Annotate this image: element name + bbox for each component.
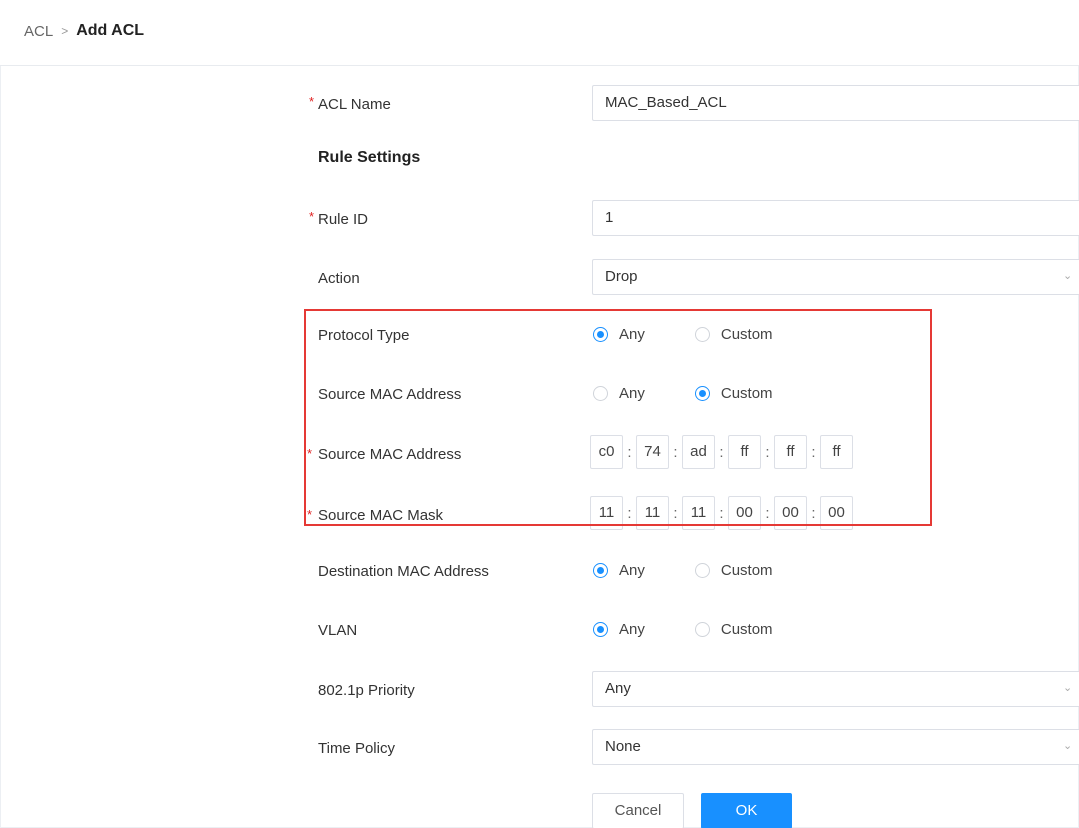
protocol-type-radio-group: Any Custom (593, 326, 773, 343)
required-asterisk: * (309, 209, 315, 224)
action-row: Action Drop ⌄ (0, 259, 1079, 299)
page-header: ACL > Add ACL (0, 0, 1079, 66)
mac-separator: : (765, 504, 770, 522)
chevron-down-icon: ⌄ (1063, 740, 1073, 752)
destination-mac-label: Destination MAC Address (318, 563, 489, 580)
destination-mac-any-radio[interactable]: Any (593, 562, 645, 579)
rule-id-label: Rule ID (318, 211, 369, 228)
source-mac-any-label: Any (619, 385, 645, 402)
radio-checked-icon (593, 563, 608, 578)
required-asterisk: * (309, 94, 315, 109)
source-mac-custom-radio[interactable]: Custom (694, 385, 773, 402)
source-mac-custom-label: Custom (720, 385, 773, 402)
mac-separator: : (627, 504, 632, 522)
rule-id-input[interactable]: 1 (592, 200, 1079, 236)
source-mac-mode-row: Source MAC Address Any Custom (0, 375, 1079, 415)
action-select[interactable]: Drop ⌄ (592, 259, 1079, 295)
required-asterisk: * (307, 446, 313, 461)
mac-separator: : (719, 504, 724, 522)
acl-name-input[interactable]: MAC_Based_ACL (592, 85, 1079, 121)
source-mask-octet-2[interactable]: 11 (636, 496, 669, 530)
acl-name-label: ACL Name (318, 96, 391, 113)
destination-mac-any-label: Any (619, 562, 645, 579)
mac-separator: : (673, 443, 678, 461)
rule-settings-title: Rule Settings (318, 149, 421, 166)
source-mac-octet-1[interactable]: c0 (590, 435, 623, 469)
chevron-down-icon: ⌄ (1063, 682, 1073, 694)
priority-select[interactable]: Any ⌄ (592, 671, 1079, 707)
protocol-type-custom-label: Custom (720, 326, 773, 343)
source-mac-address-label: Source MAC Address (318, 446, 462, 463)
priority-select-value: Any (605, 680, 631, 697)
chevron-right-icon: > (61, 24, 69, 38)
source-mask-octet-6[interactable]: 00 (820, 496, 853, 530)
radio-unchecked-icon (694, 622, 710, 637)
source-mask-octet-5[interactable]: 00 (774, 496, 807, 530)
rule-id-row: * Rule ID 1 (0, 200, 1079, 240)
destination-mac-custom-label: Custom (720, 562, 773, 579)
breadcrumb: ACL > Add ACL (24, 22, 144, 40)
protocol-type-any-label: Any (619, 326, 645, 343)
radio-checked-icon (694, 386, 710, 401)
ok-button[interactable]: OK (701, 793, 792, 828)
source-mac-octet-4[interactable]: ff (728, 435, 761, 469)
destination-mac-row: Destination MAC Address Any Custom (0, 552, 1079, 592)
source-mac-octet-5[interactable]: ff (774, 435, 807, 469)
source-mac-mask-row: * Source MAC Mask 11 : 11 : 11 : 00 : 00… (0, 496, 1079, 536)
breadcrumb-acl-link[interactable]: ACL (24, 23, 53, 40)
protocol-type-label: Protocol Type (318, 327, 410, 344)
destination-mac-custom-radio[interactable]: Custom (694, 562, 773, 579)
source-mac-mask-inputs: 11 : 11 : 11 : 00 : 00 : 00 (590, 496, 853, 530)
mac-separator: : (811, 443, 816, 461)
time-policy-label: Time Policy (318, 740, 395, 757)
add-acl-form: * ACL Name MAC_Based_ACL Rule Settings *… (0, 66, 1079, 828)
time-policy-row: Time Policy None ⌄ (0, 729, 1079, 769)
source-mac-address-inputs: c0 : 74 : ad : ff : ff : ff (590, 435, 853, 469)
source-mac-mode-label: Source MAC Address (318, 386, 462, 403)
action-label: Action (318, 270, 360, 287)
vlan-custom-label: Custom (720, 621, 773, 638)
radio-unchecked-icon (694, 327, 710, 342)
action-select-value: Drop (605, 268, 638, 285)
radio-unchecked-icon (593, 386, 608, 401)
mac-separator: : (719, 443, 724, 461)
time-policy-select-value: None (605, 738, 641, 755)
source-mac-address-row: * Source MAC Address c0 : 74 : ad : ff :… (0, 435, 1079, 475)
chevron-down-icon: ⌄ (1063, 270, 1073, 282)
vlan-radio-group: Any Custom (593, 621, 773, 638)
source-mask-octet-4[interactable]: 00 (728, 496, 761, 530)
vlan-any-radio[interactable]: Any (593, 621, 645, 638)
vlan-label: VLAN (318, 622, 358, 639)
source-mac-any-radio[interactable]: Any (593, 385, 645, 402)
source-mac-octet-6[interactable]: ff (820, 435, 853, 469)
vlan-row: VLAN Any Custom (0, 611, 1079, 651)
protocol-type-row: Protocol Type Any Custom (0, 316, 1079, 356)
priority-label: 802.1p Priority (318, 682, 415, 699)
source-mac-octet-3[interactable]: ad (682, 435, 715, 469)
source-mask-octet-3[interactable]: 11 (682, 496, 715, 530)
vlan-custom-radio[interactable]: Custom (694, 621, 773, 638)
vlan-any-label: Any (619, 621, 645, 638)
radio-unchecked-icon (694, 563, 710, 578)
required-asterisk: * (307, 507, 313, 522)
source-mac-octet-2[interactable]: 74 (636, 435, 669, 469)
priority-row: 802.1p Priority Any ⌄ (0, 671, 1079, 711)
source-mask-octet-1[interactable]: 11 (590, 496, 623, 530)
mac-separator: : (811, 504, 816, 522)
mac-separator: : (765, 443, 770, 461)
acl-name-row: * ACL Name MAC_Based_ACL (0, 85, 1079, 125)
breadcrumb-current: Add ACL (76, 22, 145, 39)
radio-checked-icon (593, 622, 608, 637)
mac-separator: : (673, 504, 678, 522)
source-mac-mask-label: Source MAC Mask (318, 507, 444, 524)
protocol-type-any-radio[interactable]: Any (593, 326, 645, 343)
source-mac-radio-group: Any Custom (593, 385, 773, 402)
protocol-type-custom-radio[interactable]: Custom (694, 326, 773, 343)
cancel-button[interactable]: Cancel (592, 793, 684, 828)
destination-mac-radio-group: Any Custom (593, 562, 773, 579)
time-policy-select[interactable]: None ⌄ (592, 729, 1079, 765)
mac-separator: : (627, 443, 632, 461)
radio-checked-icon (593, 327, 608, 342)
